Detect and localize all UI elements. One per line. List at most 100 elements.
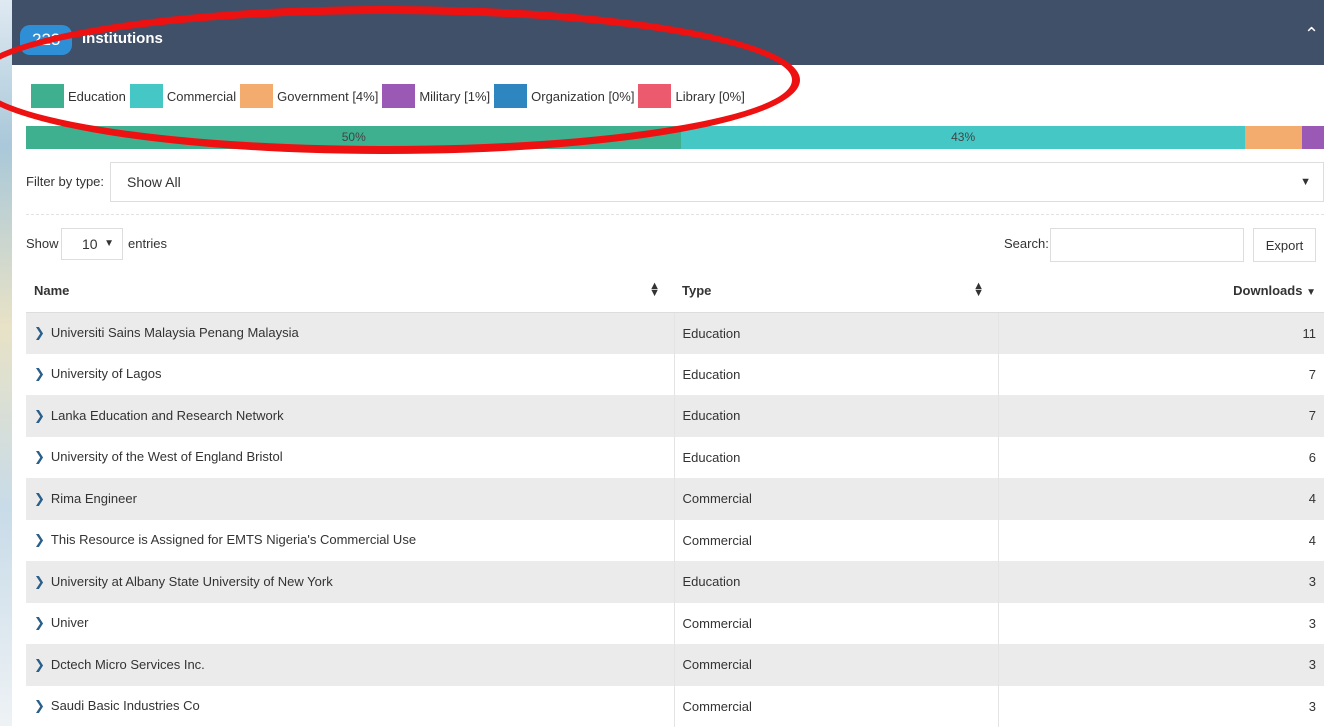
legend-label: Military [1%]	[419, 89, 490, 104]
legend-swatch	[240, 84, 273, 108]
length-selected-value: 10	[82, 236, 98, 252]
cell-type: Commercial	[674, 520, 998, 562]
institution-name: University of Lagos	[51, 366, 162, 381]
column-header-label: Type	[682, 283, 711, 298]
chevron-up-icon[interactable]: ⌃	[1304, 24, 1324, 44]
column-header-downloads[interactable]: Downloads ▼	[998, 270, 1324, 312]
institution-name: This Resource is Assigned for EMTS Niger…	[51, 532, 416, 547]
cell-name: ❯ Saudi Basic Industries Co	[26, 686, 674, 727]
legend-label: Commercial	[167, 89, 236, 104]
expand-chevron-icon[interactable]: ❯	[34, 657, 45, 673]
distribution-segment	[1245, 126, 1302, 149]
background-map-strip	[0, 0, 12, 726]
table-row[interactable]: ❯ This Resource is Assigned for EMTS Nige…	[26, 520, 1324, 562]
panel-header: 223 Institutions ⌃	[12, 0, 1324, 65]
caret-down-icon: ▼	[1300, 163, 1311, 201]
table-row[interactable]: ❯University at Albany State University o…	[26, 561, 1324, 603]
column-header-label: Name	[34, 283, 69, 298]
expand-chevron-icon[interactable]: ❯	[34, 698, 45, 714]
expand-chevron-icon[interactable]: ❯	[34, 408, 45, 424]
legend-swatch	[494, 84, 527, 108]
table-row[interactable]: ❯ Universiti Sains Malaysia Penang Malays…	[26, 312, 1324, 354]
search-input[interactable]	[1050, 228, 1244, 262]
sort-desc-icon: ▼	[1306, 287, 1316, 298]
distribution-segment: 50%	[26, 126, 681, 149]
legend-item[interactable]: Government [4%]	[240, 84, 378, 108]
institution-name: Universiti Sains Malaysia Penang Malaysi…	[51, 325, 299, 340]
cell-downloads: 4	[998, 520, 1324, 562]
expand-chevron-icon[interactable]: ❯	[34, 491, 45, 507]
column-header-name[interactable]: Name ▲▼	[26, 270, 674, 312]
legend-swatch	[130, 84, 163, 108]
cell-downloads: 3	[998, 561, 1324, 603]
table-row[interactable]: ❯ University of the West of England Brist…	[26, 437, 1324, 479]
type-legend: Education Commercial Government [4%] Milita…	[31, 84, 749, 108]
cell-name: ❯ Lanka Education and Research Network	[26, 395, 674, 437]
expand-chevron-icon[interactable]: ❯	[34, 325, 45, 341]
column-header-type[interactable]: Type ▲▼	[674, 270, 998, 312]
cell-downloads: 7	[998, 354, 1324, 396]
filter-type-select[interactable]: Show All ▼	[110, 162, 1324, 202]
cell-name: ❯ Universiti Sains Malaysia Penang Malays…	[26, 312, 674, 354]
legend-item[interactable]: Commercial	[130, 84, 236, 108]
cell-type: Commercial	[674, 644, 998, 686]
legend-swatch	[638, 84, 671, 108]
table-row[interactable]: ❯ Dctech Micro Services Inc. Commercial3	[26, 644, 1324, 686]
cell-type: Commercial	[674, 603, 998, 645]
cell-downloads: 3	[998, 686, 1324, 727]
cell-type: Education	[674, 395, 998, 437]
cell-name: ❯ University of the West of England Brist…	[26, 437, 674, 479]
table-row[interactable]: ❯ Univer Commercial3	[26, 603, 1324, 645]
legend-label: Government [4%]	[277, 89, 378, 104]
cell-name: ❯ Univer	[26, 603, 674, 645]
cell-downloads: 3	[998, 603, 1324, 645]
institutions-panel: 223 Institutions ⌃ EducationCommercialGo…	[12, 0, 1324, 726]
distribution-segment	[1302, 126, 1324, 149]
count-badge: 223	[20, 25, 72, 55]
legend-label: Organization [0%]	[531, 89, 634, 104]
legend-item[interactable]: Library [0%]	[638, 84, 744, 108]
institution-name: Univer	[51, 615, 89, 630]
cell-type: Education	[674, 312, 998, 354]
cell-name: ❯ Rima Engineer	[26, 478, 674, 520]
institution-name: Rima Engineer	[51, 491, 137, 506]
export-button[interactable]: Export	[1253, 228, 1316, 262]
filter-label: Filter by type:	[26, 174, 104, 189]
legend-label: Education	[68, 89, 126, 104]
table-row[interactable]: ❯ University of Lagos Education7	[26, 354, 1324, 396]
expand-chevron-icon[interactable]: ❯	[34, 449, 45, 465]
cell-downloads: 4	[998, 478, 1324, 520]
institution-name: Dctech Micro Services Inc.	[51, 657, 205, 672]
cell-name: ❯University at Albany State University o…	[26, 561, 674, 603]
institution-name: Lanka Education and Research Network	[51, 408, 284, 423]
cell-name: ❯ Dctech Micro Services Inc.	[26, 644, 674, 686]
cell-type: Education	[674, 561, 998, 603]
legend-item[interactable]: Organization [0%]	[494, 84, 634, 108]
filter-selected-value: Show All	[127, 174, 181, 190]
cell-type: Commercial	[674, 478, 998, 520]
legend-item[interactable]: Education	[31, 84, 126, 108]
cell-downloads: 11	[998, 312, 1324, 354]
cell-type: Education	[674, 437, 998, 479]
expand-chevron-icon[interactable]: ❯	[34, 366, 45, 382]
expand-chevron-icon[interactable]: ❯	[34, 615, 45, 631]
distribution-segment: 43%	[681, 126, 1244, 149]
legend-swatch	[31, 84, 64, 108]
entries-length-select[interactable]: 10 ▼	[61, 228, 123, 260]
cell-downloads: 3	[998, 644, 1324, 686]
expand-chevron-icon[interactable]: ❯	[34, 574, 45, 590]
institution-name: Saudi Basic Industries Co	[51, 698, 200, 713]
cell-downloads: 6	[998, 437, 1324, 479]
type-distribution-bar: 50%43%	[26, 126, 1324, 149]
table-row[interactable]: ❯Saudi Basic Industries CoCommercial3	[26, 686, 1324, 727]
sort-both-icon: ▲▼	[973, 283, 984, 297]
institution-name: University of the West of England Bristo…	[51, 449, 283, 464]
table-row[interactable]: ❯ Rima Engineer Commercial4	[26, 478, 1324, 520]
expand-chevron-icon[interactable]: ❯	[34, 532, 45, 548]
caret-down-icon: ▼	[104, 229, 114, 259]
institutions-table: Name ▲▼ Type ▲▼ Downloads ▼ ❯ Universiti …	[26, 270, 1324, 727]
legend-item[interactable]: Military [1%]	[382, 84, 490, 108]
cell-type: Education	[674, 354, 998, 396]
cell-name: ❯ This Resource is Assigned for EMTS Nige…	[26, 520, 674, 562]
table-row[interactable]: ❯ Lanka Education and Research Network Edu…	[26, 395, 1324, 437]
